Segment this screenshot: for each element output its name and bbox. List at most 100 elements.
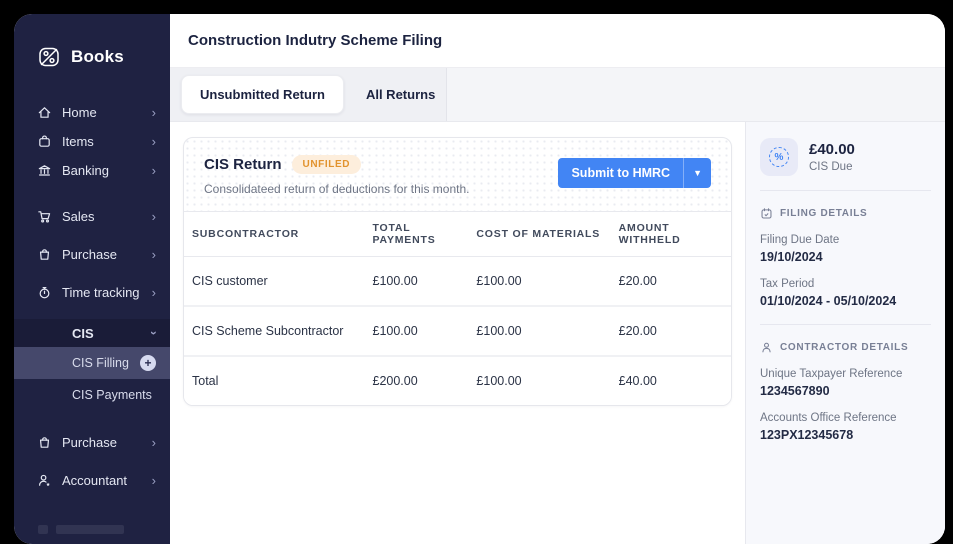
sidebar-item-label: Purchase bbox=[62, 247, 117, 262]
percent-icon: % bbox=[760, 138, 798, 176]
sidebar-item-time-tracking[interactable]: Time tracking › bbox=[14, 273, 170, 311]
table-header-row: SUBCONTRACTOR TOTAL PAYMENTS COST OF MAT… bbox=[184, 212, 731, 257]
skeleton-square bbox=[38, 525, 48, 534]
field-label: Tax Period bbox=[760, 278, 931, 290]
page-title: Construction Indutry Scheme Filing bbox=[188, 32, 442, 49]
aor-field: Accounts Office Reference 123PX12345678 bbox=[760, 412, 931, 442]
field-value: 123PX12345678 bbox=[760, 428, 931, 442]
submit-to-hmrc-button[interactable]: Submit to HMRC bbox=[558, 158, 683, 188]
calendar-icon bbox=[760, 207, 773, 220]
sidebar-item-home[interactable]: Home › bbox=[14, 98, 170, 127]
sidebar-item-label: Accountant bbox=[62, 473, 127, 488]
filing-details-section: FILING DETAILS Filing Due Date 19/10/202… bbox=[760, 191, 931, 312]
sidebar-item-label: Time tracking bbox=[62, 285, 140, 300]
sidebar-item-purchase[interactable]: Purchase › bbox=[14, 235, 170, 273]
cell-amount-withheld: £20.00 bbox=[611, 257, 731, 307]
sidebar-item-label: CIS bbox=[72, 326, 94, 341]
field-value: 1234567890 bbox=[760, 384, 931, 398]
cell-total-label: Total bbox=[184, 356, 365, 405]
chevron-right-icon: › bbox=[152, 106, 156, 119]
sidebar-item-banking[interactable]: Banking › bbox=[14, 156, 170, 185]
filing-due-date-field: Filing Due Date 19/10/2024 bbox=[760, 234, 931, 264]
cell-total-payments: £200.00 bbox=[365, 356, 469, 405]
cell-cost-of-materials: £100.00 bbox=[468, 257, 610, 307]
sidebar-item-label: CIS Payments bbox=[72, 388, 152, 402]
submit-dropdown-button[interactable]: ▼ bbox=[683, 158, 711, 188]
column-amount-withheld: AMOUNT WITHHELD bbox=[611, 212, 731, 257]
content-area: Construction Indutry Scheme Filing Unsub… bbox=[170, 14, 945, 544]
cell-total-materials: £100.00 bbox=[468, 356, 610, 405]
cell-subcontractor: CIS customer bbox=[184, 257, 365, 307]
add-cis-filing-button[interactable]: + bbox=[140, 355, 156, 371]
bag-icon bbox=[36, 247, 52, 262]
table-row: CIS Scheme Subcontractor £100.00 £100.00… bbox=[184, 306, 731, 356]
sidebar-item-purchase-2[interactable]: Purchase › bbox=[14, 423, 170, 461]
column-subcontractor: SUBCONTRACTOR bbox=[184, 212, 365, 257]
column-total-payments: TOTAL PAYMENTS bbox=[365, 212, 469, 257]
sidebar-item-label: Purchase bbox=[62, 435, 117, 450]
accountant-icon bbox=[36, 473, 52, 488]
cis-return-card: CIS Return UNFILED Consolidateed return … bbox=[183, 137, 732, 406]
sidebar-item-sales[interactable]: Sales › bbox=[14, 197, 170, 235]
cell-cost-of-materials: £100.00 bbox=[468, 306, 610, 356]
card-header: CIS Return UNFILED Consolidateed return … bbox=[184, 138, 731, 211]
cell-total-withheld: £40.00 bbox=[611, 356, 731, 405]
sidebar-item-items[interactable]: Items › bbox=[14, 127, 170, 156]
field-value: 19/10/2024 bbox=[760, 250, 931, 264]
sidebar-item-accountant[interactable]: Accountant › bbox=[14, 461, 170, 499]
sidebar-item-label: Home bbox=[62, 105, 97, 120]
contractor-details-heading: CONTRACTOR DETAILS bbox=[780, 342, 908, 353]
brand-name: Books bbox=[71, 47, 124, 67]
chevron-right-icon: › bbox=[152, 286, 156, 299]
table-total-row: Total £200.00 £100.00 £40.00 bbox=[184, 356, 731, 405]
top-bar: Construction Indutry Scheme Filing bbox=[170, 14, 945, 68]
sidebar-item-label: CIS Filling bbox=[72, 356, 129, 370]
home-icon bbox=[36, 105, 52, 120]
sidebar-item-label: Items bbox=[62, 134, 94, 149]
cis-due-block: % £40.00 CIS Due bbox=[760, 136, 931, 191]
main-area: CIS Return UNFILED Consolidateed return … bbox=[170, 122, 745, 544]
sidebar-item-cis-filling[interactable]: CIS Filling + bbox=[14, 347, 170, 379]
bag-icon bbox=[36, 435, 52, 450]
cis-return-table: SUBCONTRACTOR TOTAL PAYMENTS COST OF MAT… bbox=[184, 211, 731, 405]
tab-unsubmitted-return[interactable]: Unsubmitted Return bbox=[181, 75, 344, 114]
field-label: Filing Due Date bbox=[760, 234, 931, 246]
sidebar-item-label: Banking bbox=[62, 163, 109, 178]
cell-total-payments: £100.00 bbox=[365, 257, 469, 307]
tax-period-field: Tax Period 01/10/2024 - 05/10/2024 bbox=[760, 278, 931, 308]
chevron-right-icon: › bbox=[152, 474, 156, 487]
field-label: Unique Taxpayer Reference bbox=[760, 368, 931, 380]
sidebar-skeleton bbox=[14, 499, 170, 534]
chevron-right-icon: › bbox=[152, 164, 156, 177]
cart-icon bbox=[36, 209, 52, 224]
sidebar-item-cis-payments[interactable]: CIS Payments bbox=[14, 379, 170, 411]
column-cost-of-materials: COST OF MATERIALS bbox=[468, 212, 610, 257]
app-window: Books Home › Items › bbox=[14, 14, 945, 544]
chevron-right-icon: › bbox=[152, 210, 156, 223]
status-badge: UNFILED bbox=[292, 155, 362, 174]
cell-amount-withheld: £20.00 bbox=[611, 306, 731, 356]
bank-icon bbox=[36, 163, 52, 178]
cis-due-amount: £40.00 bbox=[809, 141, 855, 158]
box-icon bbox=[36, 134, 52, 149]
brand-logo[interactable]: Books bbox=[14, 14, 170, 98]
utr-field: Unique Taxpayer Reference 1234567890 bbox=[760, 368, 931, 398]
sidebar-item-label: Sales bbox=[62, 209, 95, 224]
sidebar-item-cis[interactable]: CIS › bbox=[14, 319, 170, 347]
chevron-down-icon: › bbox=[147, 331, 161, 335]
cell-total-payments: £100.00 bbox=[365, 306, 469, 356]
cis-due-label: CIS Due bbox=[809, 161, 855, 173]
submit-split-button: Submit to HMRC ▼ bbox=[558, 158, 711, 188]
contractor-details-section: CONTRACTOR DETAILS Unique Taxpayer Refer… bbox=[760, 324, 931, 446]
field-label: Accounts Office Reference bbox=[760, 412, 931, 424]
tab-group: Unsubmitted Return All Returns bbox=[170, 68, 447, 121]
person-icon bbox=[760, 341, 773, 354]
filing-details-heading: FILING DETAILS bbox=[780, 208, 867, 219]
stopwatch-icon bbox=[36, 285, 52, 300]
tab-all-returns[interactable]: All Returns bbox=[348, 76, 453, 113]
skeleton-bar bbox=[56, 525, 124, 534]
sidebar: Books Home › Items › bbox=[14, 14, 170, 544]
card-title: CIS Return bbox=[204, 156, 282, 173]
summary-panel: % £40.00 CIS Due FILING DETA bbox=[745, 122, 945, 544]
books-logo-icon bbox=[36, 44, 62, 70]
